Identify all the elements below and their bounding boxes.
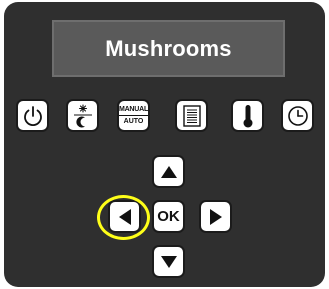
- thermometer-icon: [243, 104, 252, 127]
- manual-auto-label: MANUAL AUTO: [118, 106, 148, 125]
- left-arrow-button[interactable]: [108, 200, 141, 233]
- clock-icon: [287, 105, 308, 126]
- up-arrow-icon: [160, 165, 177, 178]
- lcd-display: Mushrooms: [52, 20, 285, 77]
- manual-label: MANUAL: [118, 106, 148, 116]
- up-arrow-button[interactable]: [152, 155, 185, 188]
- right-arrow-button[interactable]: [199, 200, 232, 233]
- display-text: Mushrooms: [105, 35, 232, 61]
- day-night-button[interactable]: [66, 99, 99, 132]
- control-panel: Mushrooms MANUAL AUTO OK: [4, 2, 325, 287]
- document-icon: [182, 104, 201, 127]
- right-arrow-icon: [209, 208, 222, 225]
- down-arrow-button[interactable]: [152, 245, 185, 278]
- down-arrow-icon: [160, 255, 177, 268]
- manual-auto-button[interactable]: MANUAL AUTO: [117, 99, 150, 132]
- power-icon: [23, 105, 42, 126]
- document-button[interactable]: [175, 99, 208, 132]
- auto-label: AUTO: [123, 118, 144, 125]
- ok-button[interactable]: OK: [152, 200, 185, 233]
- temperature-button[interactable]: [231, 99, 264, 132]
- sun-moon-icon: [73, 103, 92, 127]
- ok-label: OK: [157, 208, 180, 225]
- clock-button[interactable]: [281, 99, 314, 132]
- left-arrow-icon: [118, 208, 131, 225]
- power-button[interactable]: [16, 99, 49, 132]
